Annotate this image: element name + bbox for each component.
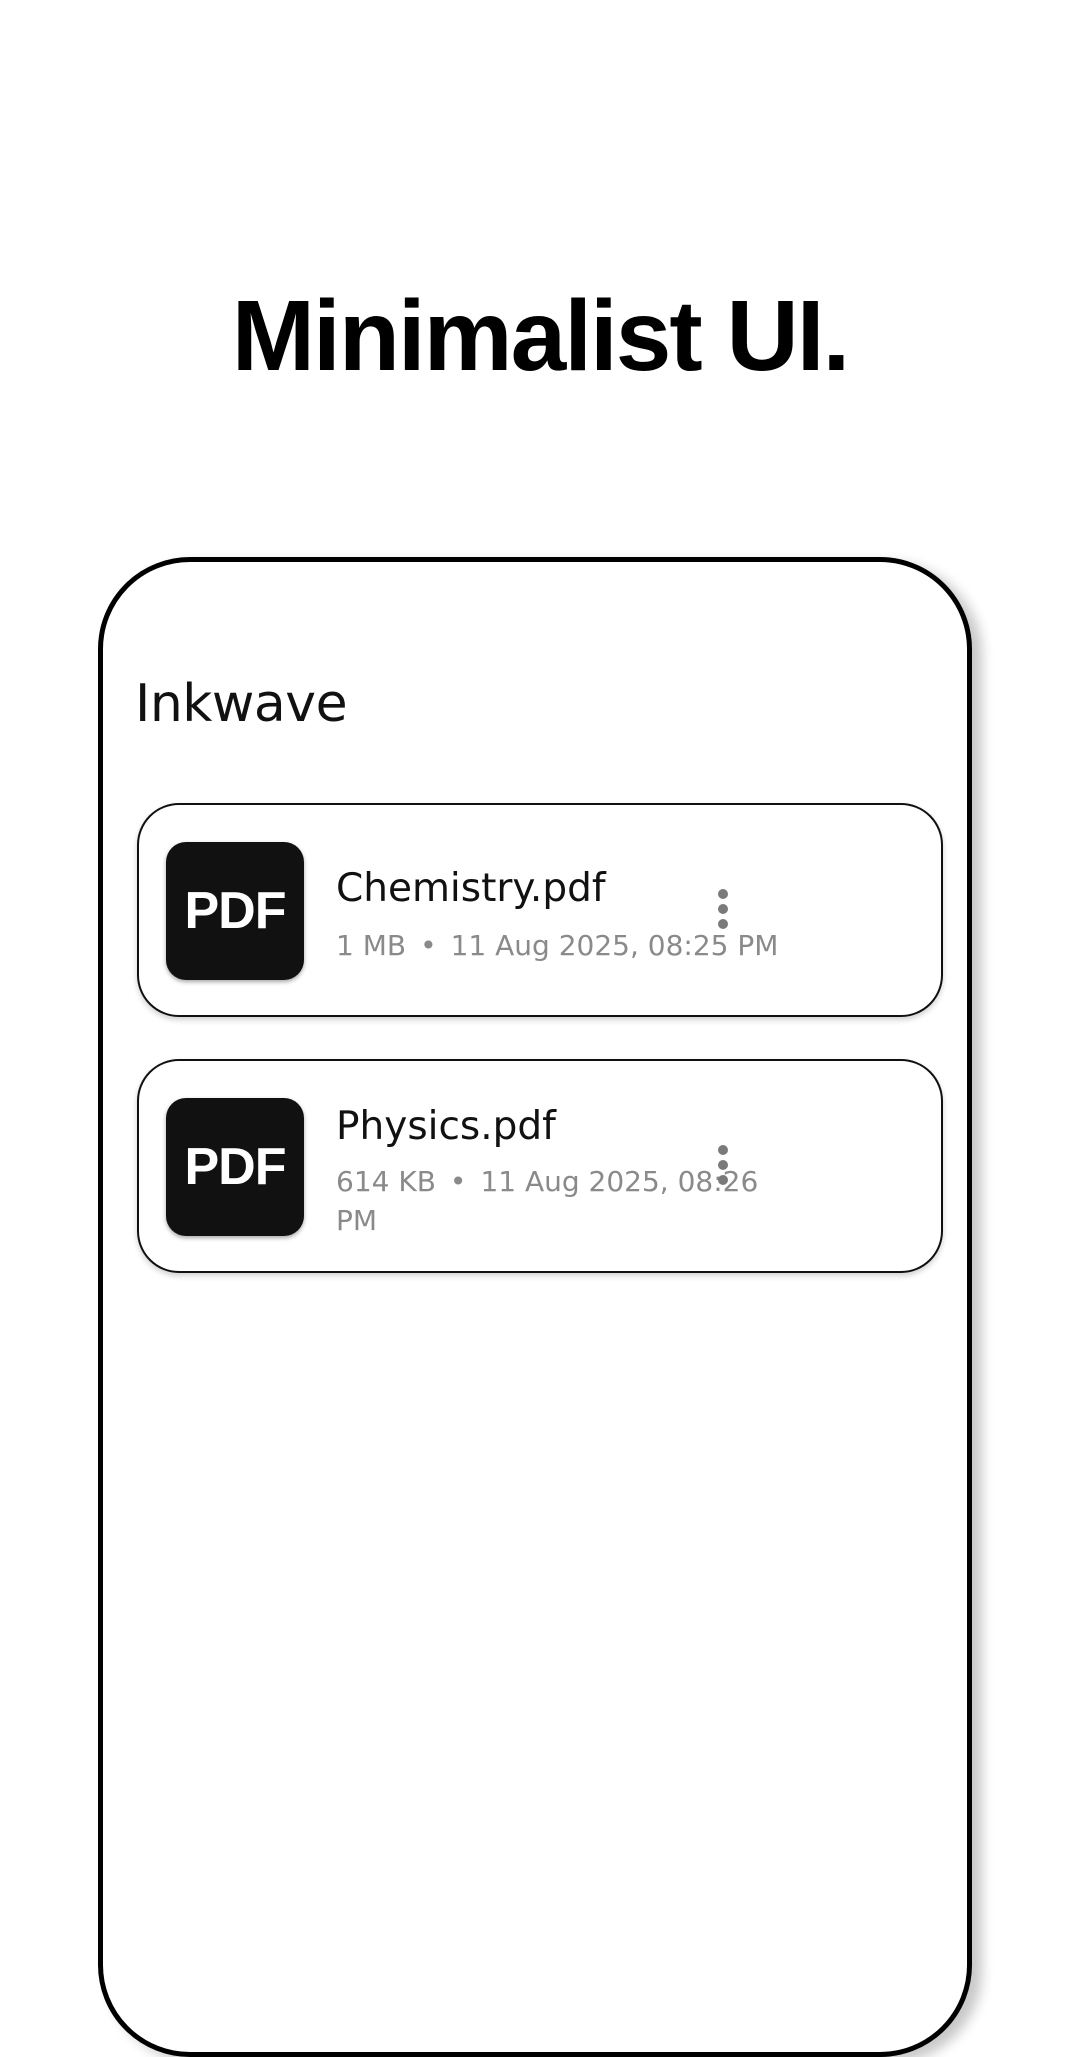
file-list-item[interactable]: PDF Physics.pdf 614 KB • 11 Aug 2025, 08:2… xyxy=(137,1059,943,1273)
app-title: Inkwave xyxy=(135,674,348,734)
pdf-file-icon: PDF xyxy=(166,1098,304,1236)
file-list-item[interactable]: PDF Chemistry.pdf 1 MB • 11 Aug 2025, 08:2… xyxy=(137,803,943,1017)
more-vertical-icon[interactable] xyxy=(691,877,755,941)
file-name: Chemistry.pdf xyxy=(336,866,606,911)
meta-separator: • xyxy=(420,929,437,962)
file-name: Physics.pdf xyxy=(336,1104,556,1149)
phone-frame xyxy=(98,557,972,2057)
pdf-thumb-label: PDF xyxy=(184,882,287,940)
file-size: 614 KB xyxy=(336,1165,436,1198)
more-vertical-icon[interactable] xyxy=(691,1133,755,1197)
pdf-thumb-label: PDF xyxy=(184,1138,287,1196)
file-size: 1 MB xyxy=(336,929,407,962)
meta-separator: • xyxy=(449,1165,467,1198)
headline: Minimalist UI. xyxy=(231,280,851,392)
pdf-file-icon: PDF xyxy=(166,842,304,980)
